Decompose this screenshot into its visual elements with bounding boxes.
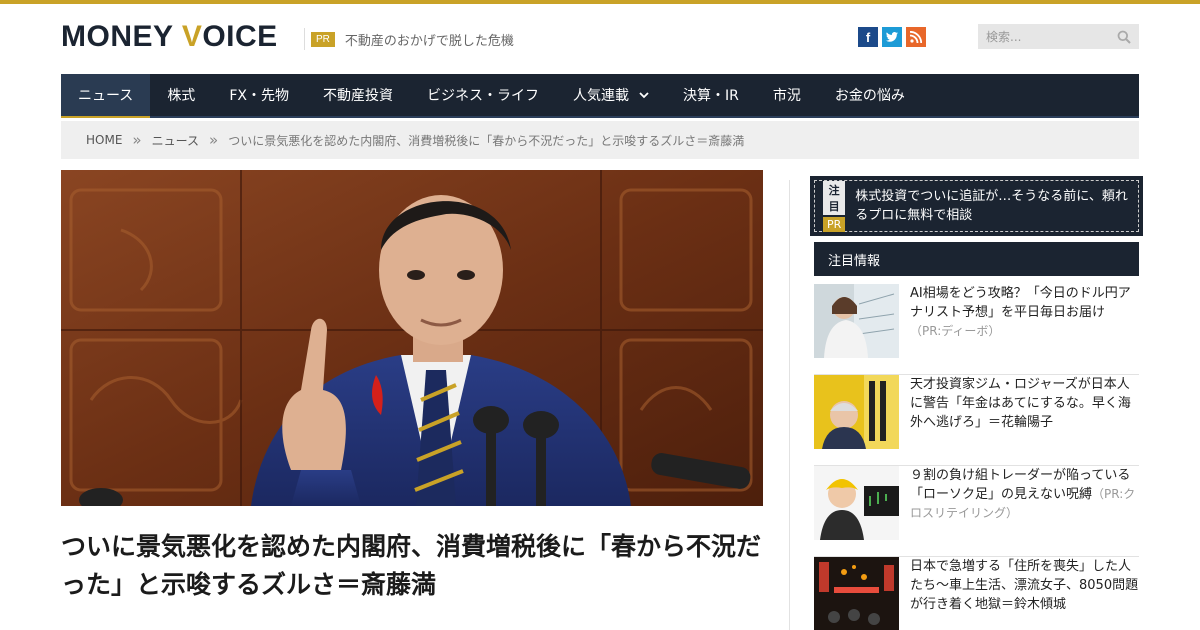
nav-item-popular-series[interactable]: 人気連載 bbox=[556, 74, 666, 116]
nav-item-news[interactable]: ニュース bbox=[61, 74, 151, 118]
list-item[interactable]: AI相場をどう攻略？「今日のドル円アナリスト予想」を平日毎日お届け （PR:ディー… bbox=[814, 284, 1139, 375]
nav-item-stocks[interactable]: 株式 bbox=[150, 74, 212, 116]
list-item[interactable]: 天才投資家ジム・ロジャーズが日本人に警告「年金はあてにするな。早く海外へ逃げろ」… bbox=[814, 375, 1139, 466]
main-nav: ニュース 株式 FX・先物 不動産投資 ビジネス・ライフ 人気連載 決算・IR … bbox=[61, 74, 1139, 118]
pr-text: 不動産のおかげで脱した危機 bbox=[344, 33, 514, 49]
thumbnail-image[interactable] bbox=[814, 557, 899, 630]
nav-item-business-life[interactable]: ビジネス・ライフ bbox=[410, 74, 556, 116]
breadcrumb-home[interactable]: HOME bbox=[86, 133, 122, 147]
twitter-icon[interactable] bbox=[882, 27, 902, 47]
breadcrumb-separator: » bbox=[209, 131, 219, 149]
nav-item-market[interactable]: 市況 bbox=[756, 74, 818, 116]
search-icon[interactable] bbox=[1117, 30, 1131, 44]
sidebar-heading: 注目情報 bbox=[814, 242, 1139, 276]
list-item-pr: （PR:ディーボ） bbox=[910, 324, 1001, 338]
notice-tag-attention: 注目 bbox=[823, 180, 846, 215]
pr-badge: PR bbox=[311, 31, 335, 47]
notice-tag-pr: PR bbox=[823, 216, 846, 232]
header-pr-link[interactable]: PR 不動産のおかげで脱した危機 bbox=[304, 28, 514, 50]
nav-item-earnings-ir[interactable]: 決算・IR bbox=[666, 74, 756, 116]
article-title: ついに景気悪化を認めた内閣府、消費増税後に「春から不況だった」と示唆するズルさ＝… bbox=[61, 532, 762, 599]
breadcrumb: HOME » ニュース » ついに景気悪化を認めた内閣府、消費増税後に「春から不… bbox=[61, 121, 1139, 159]
social-links: f bbox=[858, 27, 926, 47]
hero-image bbox=[61, 170, 763, 506]
breadcrumb-separator: » bbox=[132, 131, 142, 149]
thumbnail-image[interactable] bbox=[814, 284, 899, 358]
nav-item-money-worries[interactable]: お金の悩み bbox=[818, 74, 922, 116]
column-divider bbox=[789, 180, 790, 630]
list-item-title[interactable]: 日本で急増する「住所を喪失」した人たち～車上生活、漂流女子、8050問題が行き着… bbox=[910, 559, 1138, 612]
search-box bbox=[978, 24, 1139, 49]
breadcrumb-section[interactable]: ニュース bbox=[152, 132, 199, 149]
site-logo[interactable]: MONEY VOICE bbox=[61, 20, 278, 54]
thumbnail-image[interactable] bbox=[814, 375, 899, 449]
list-item-title[interactable]: AI相場をどう攻略？「今日のドル円アナリスト予想」を平日毎日お届け bbox=[910, 286, 1131, 320]
thumbnail-image[interactable] bbox=[814, 466, 899, 540]
nav-item-real-estate[interactable]: 不動産投資 bbox=[306, 74, 410, 116]
sidebar-notice[interactable]: 注目 PR 株式投資でついに追証が…そうなる前に、頼れるプロに無料で相談 bbox=[810, 176, 1143, 236]
search-input[interactable] bbox=[986, 29, 1117, 44]
rss-icon[interactable] bbox=[906, 27, 926, 47]
nav-item-fx[interactable]: FX・先物 bbox=[212, 74, 306, 116]
list-item[interactable]: 日本で急増する「住所を喪失」した人たち～車上生活、漂流女子、8050問題が行き着… bbox=[814, 557, 1139, 630]
notice-text: 株式投資でついに追証が…そうなる前に、頼れるプロに無料で相談 bbox=[855, 189, 1128, 223]
list-item-title[interactable]: 天才投資家ジム・ロジャーズが日本人に警告「年金はあてにするな。早く海外へ逃げろ」… bbox=[910, 377, 1131, 430]
list-item[interactable]: ９割の負け組トレーダーが陥っている「ローソク足」の見えない呪縛（PR:クロスリテ… bbox=[814, 466, 1139, 557]
chevron-down-icon bbox=[639, 87, 649, 103]
top-accent-bar bbox=[0, 0, 1200, 4]
facebook-icon[interactable]: f bbox=[858, 27, 878, 47]
breadcrumb-current: ついに景気悪化を認めた内閣府、消費増税後に「春から不況だった」と示唆するズルさ＝… bbox=[228, 133, 745, 148]
sidebar-list: AI相場をどう攻略？「今日のドル円アナリスト予想」を平日毎日お届け （PR:ディー… bbox=[814, 284, 1139, 630]
